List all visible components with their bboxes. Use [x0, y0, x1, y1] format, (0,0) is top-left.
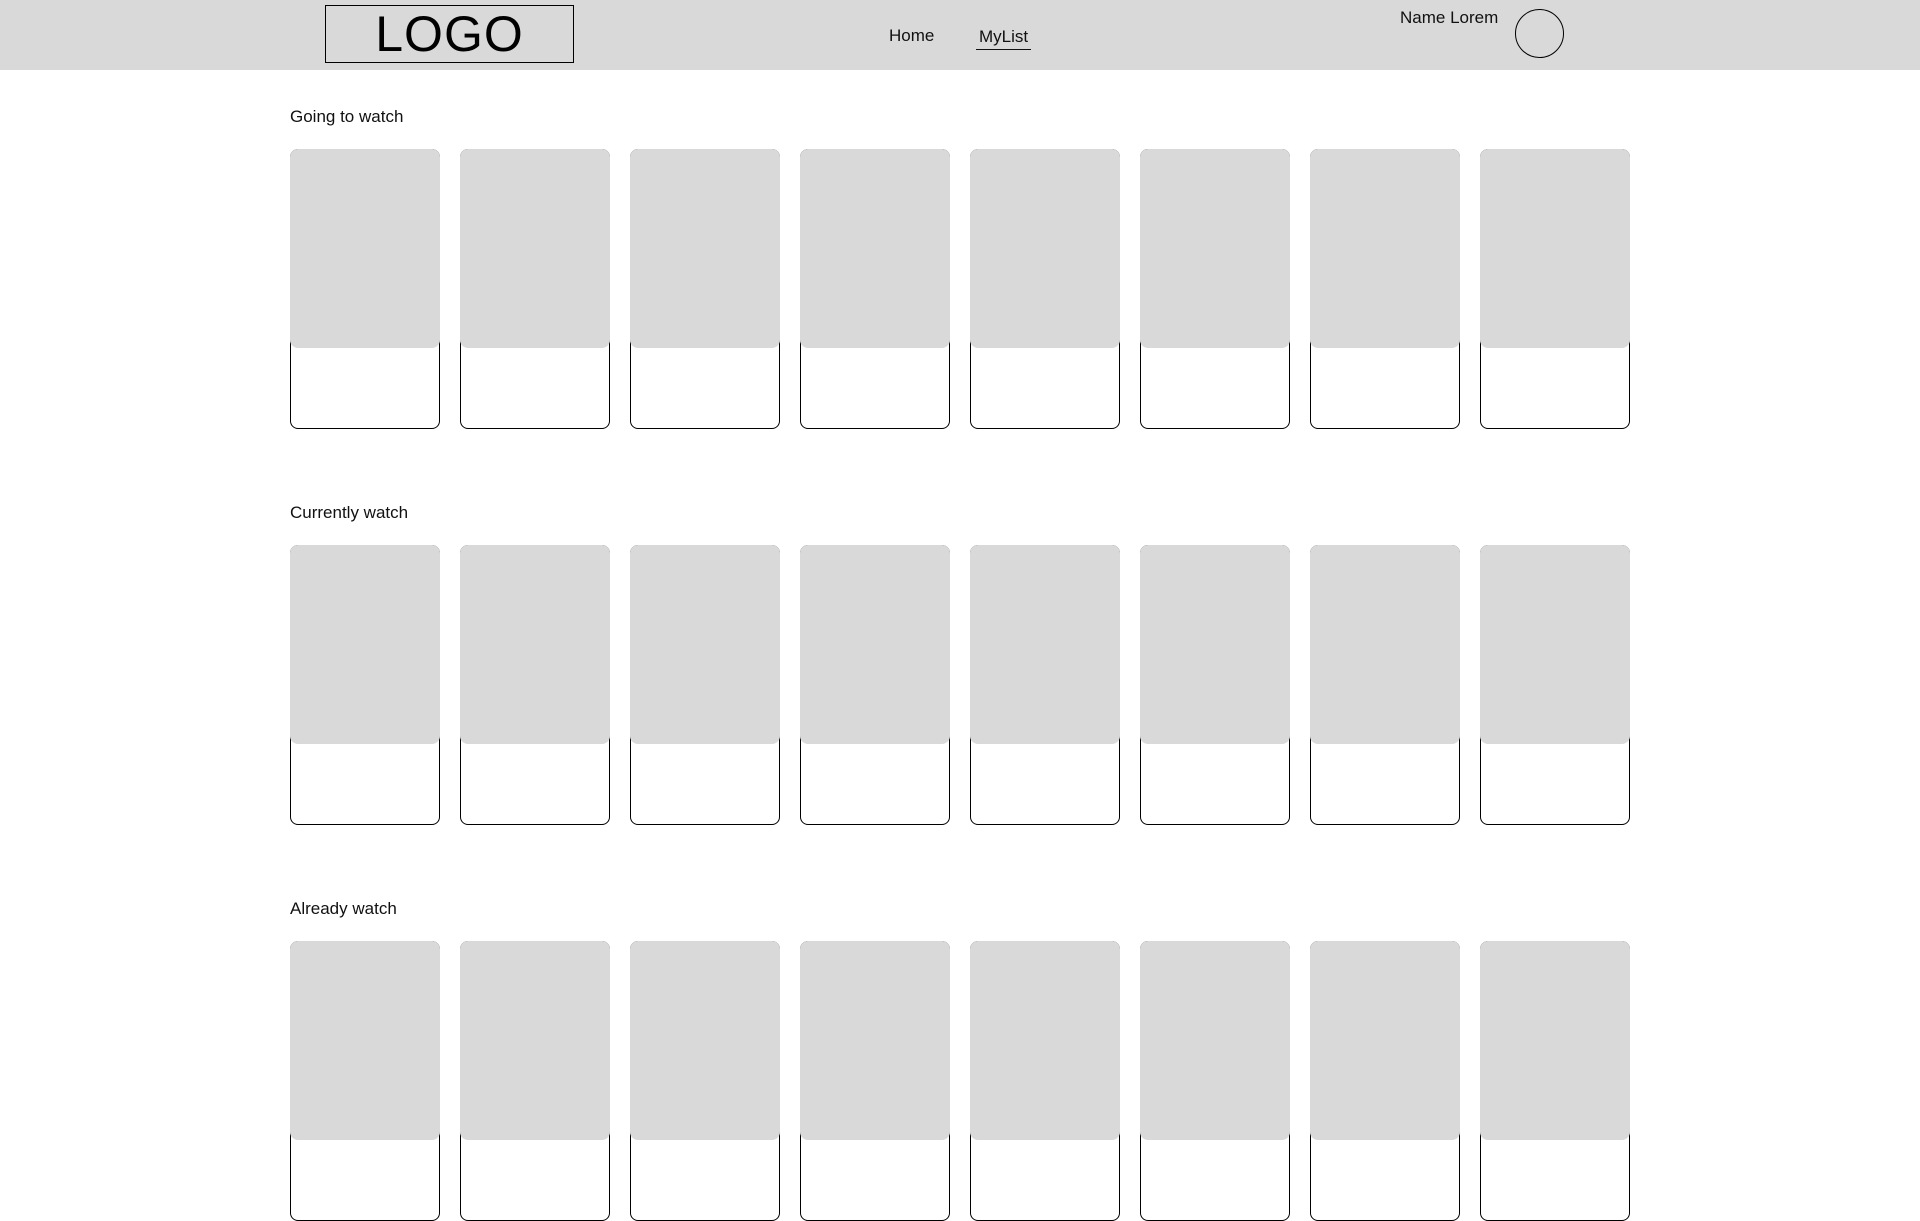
movie-card[interactable] [970, 149, 1120, 429]
section-title-already-watch: Already watch [290, 899, 397, 918]
poster-placeholder [1310, 545, 1460, 744]
poster-placeholder [1140, 941, 1290, 1140]
movie-card[interactable] [800, 545, 950, 825]
poster-placeholder [630, 941, 780, 1140]
movie-card[interactable] [1310, 545, 1460, 825]
user-avatar[interactable] [1515, 9, 1564, 58]
poster-placeholder [1310, 149, 1460, 348]
poster-placeholder [1310, 941, 1460, 1140]
currently-watch-row [290, 545, 1630, 825]
top-header: LOGO Home MyList Name Lorem [0, 0, 1920, 70]
movie-card[interactable] [460, 941, 610, 1221]
poster-placeholder [970, 941, 1120, 1140]
movie-card[interactable] [800, 149, 950, 429]
poster-placeholder [460, 941, 610, 1140]
poster-placeholder [970, 149, 1120, 348]
movie-card[interactable] [800, 941, 950, 1221]
poster-placeholder [630, 149, 780, 348]
poster-placeholder [800, 149, 950, 348]
user-name: Name Lorem [1400, 8, 1499, 27]
movie-card[interactable] [630, 941, 780, 1221]
movie-card[interactable] [1480, 545, 1630, 825]
poster-placeholder [290, 941, 440, 1140]
movie-card[interactable] [1480, 941, 1630, 1221]
poster-placeholder [1140, 545, 1290, 744]
movie-card[interactable] [460, 149, 610, 429]
logo[interactable]: LOGO [325, 5, 574, 63]
poster-placeholder [1480, 545, 1630, 744]
poster-placeholder [1480, 941, 1630, 1140]
already-watch-row [290, 941, 1630, 1221]
nav-mylist-link[interactable]: MyList [976, 27, 1032, 50]
section-title-currently-watch: Currently watch [290, 503, 409, 522]
movie-card[interactable] [290, 941, 440, 1221]
movie-card[interactable] [630, 149, 780, 429]
movie-card[interactable] [290, 545, 440, 825]
poster-placeholder [800, 941, 950, 1140]
movie-card[interactable] [1310, 149, 1460, 429]
movie-card[interactable] [1140, 149, 1290, 429]
poster-placeholder [290, 545, 440, 744]
movie-card[interactable] [630, 545, 780, 825]
poster-placeholder [460, 149, 610, 348]
section-title-going-to-watch: Going to watch [290, 107, 404, 126]
movie-card[interactable] [290, 149, 440, 429]
movie-card[interactable] [1140, 545, 1290, 825]
movie-card[interactable] [970, 941, 1120, 1221]
movie-card[interactable] [1140, 941, 1290, 1221]
nav-home-link[interactable]: Home [889, 26, 934, 46]
poster-placeholder [800, 545, 950, 744]
poster-placeholder [290, 149, 440, 348]
poster-placeholder [1140, 149, 1290, 348]
movie-card[interactable] [460, 545, 610, 825]
going-to-watch-row [290, 149, 1630, 429]
movie-card[interactable] [970, 545, 1120, 825]
poster-placeholder [630, 545, 780, 744]
movie-card[interactable] [1310, 941, 1460, 1221]
poster-placeholder [460, 545, 610, 744]
movie-card[interactable] [1480, 149, 1630, 429]
poster-placeholder [970, 545, 1120, 744]
poster-placeholder [1480, 149, 1630, 348]
